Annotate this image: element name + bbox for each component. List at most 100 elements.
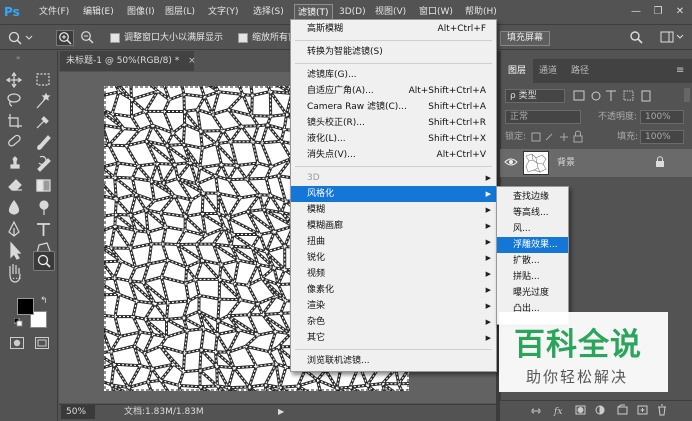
- layer-visibility-eye-icon[interactable]: [504, 157, 518, 167]
- close-document-icon[interactable]: ×: [188, 56, 196, 66]
- filter-menu-item[interactable]: 模糊 ▶: [291, 202, 496, 218]
- dodge-tool-icon: [39, 200, 49, 215]
- swap-colors-icon[interactable]: ↰: [40, 296, 50, 306]
- filter-menu-item[interactable]: 锐化 ▶: [291, 250, 496, 266]
- opacity-label: 不透明度:: [598, 112, 638, 122]
- eyedropper-icon: [36, 116, 49, 129]
- filter-menu-item[interactable]: Camera Raw 滤镜(C)... Shift+Ctrl+A: [291, 99, 496, 115]
- filter-menu-item[interactable]: 镜头校正(R)... Shift+Ctrl+R: [291, 115, 496, 131]
- filter-menu-item: 3D ▶: [291, 170, 496, 186]
- menu-separator: [295, 63, 492, 64]
- lock-icons[interactable]: [530, 130, 590, 144]
- fill-field[interactable]: 100%: [640, 130, 684, 144]
- menu-separator: [295, 40, 492, 41]
- history-brush-icon: [37, 155, 51, 172]
- minimize-icon[interactable]: —: [629, 5, 643, 19]
- filter-menu-item[interactable]: 像素化 ▶: [291, 282, 496, 298]
- filter-menu-item[interactable]: 渲染 ▶: [291, 298, 496, 314]
- filter-menu-item-label: 液化(L)...: [307, 134, 346, 144]
- filter-menu-item[interactable]: 高斯模糊 Alt+Ctrl+F: [291, 21, 496, 37]
- submenu-arrow-icon: ▶: [485, 302, 491, 310]
- filter-menu-item[interactable]: 其它 ▶: [291, 330, 496, 346]
- layer-filter-kind-select[interactable]: ρ 类型: [505, 89, 565, 103]
- more-tools-icon[interactable]: ···: [12, 275, 24, 285]
- filter-toggle[interactable]: [684, 88, 690, 102]
- menu-separator: [295, 349, 492, 350]
- stylize-submenu-item[interactable]: 曝光过度: [497, 285, 568, 301]
- stylize-submenu-item[interactable]: 查找边缘: [497, 189, 568, 205]
- panel-menu-icon[interactable]: ≡: [676, 65, 688, 77]
- filter-menu-shortcut: Shift+Ctrl+R: [428, 118, 486, 128]
- filter-menu-item[interactable]: 浏览联机滤镜...: [291, 353, 496, 369]
- layer-filter-icons[interactable]: [572, 89, 672, 103]
- restore-icon[interactable]: ❐: [651, 5, 665, 19]
- submenu-arrow-icon: ▶: [485, 334, 491, 342]
- menu-1[interactable]: 编辑(E): [80, 4, 117, 21]
- filter-menu-item-label: 转换为智能滤镜(S): [307, 47, 383, 57]
- submenu-arrow-icon: ▶: [485, 238, 491, 246]
- magic-wand-icon: [36, 92, 51, 109]
- filter-menu-item[interactable]: 消失点(V)... Alt+Ctrl+V: [291, 147, 496, 163]
- move-tool-icon: [5, 71, 23, 89]
- filter-menu-item[interactable]: 杂色 ▶: [291, 314, 496, 330]
- filter-menu-item-label: 镜头校正(R)...: [307, 118, 365, 128]
- filter-menu-item[interactable]: 扭曲 ▶: [291, 234, 496, 250]
- layers-footer-icons[interactable]: fx: [530, 403, 680, 417]
- submenu-arrow-icon: ▶: [485, 206, 491, 214]
- filter-menu-item-label: Camera Raw 滤镜(C)...: [307, 102, 407, 112]
- crop-tool-icon: [8, 114, 22, 128]
- stylize-submenu-item[interactable]: 等高线...: [497, 205, 568, 221]
- layer-thumbnail: [523, 151, 549, 175]
- filter-menu-shortcut: Shift+Ctrl+A: [428, 102, 486, 112]
- menu-2[interactable]: 图像(I): [124, 4, 158, 21]
- toolbar-grip[interactable]: »: [2, 53, 56, 62]
- tab-paths[interactable]: 路径: [564, 59, 596, 83]
- filter-menu-item[interactable]: 模糊画廊 ▶: [291, 218, 496, 234]
- stylize-submenu-item[interactable]: 浮雕效果...: [497, 237, 568, 253]
- menu-5[interactable]: 选择(S): [250, 4, 287, 21]
- filter-menu-item[interactable]: 滤镜库(G)...: [291, 67, 496, 83]
- zoom-out-icon[interactable]: [78, 30, 96, 46]
- watermark-title: 百科全说: [514, 327, 642, 363]
- zoom-tool-button[interactable]: [33, 251, 55, 271]
- zoom-in-icon[interactable]: [56, 30, 74, 46]
- zoom-all-windows-checkbox[interactable]: [238, 33, 248, 43]
- document-tab[interactable]: 未标题-1 @ 50%(RGB/8) * ×: [60, 51, 196, 71]
- zoom-tool-preset-icon[interactable]: [4, 30, 34, 46]
- workspace-switcher-icon[interactable]: [660, 30, 686, 46]
- svg-text:fx: fx: [553, 407, 562, 417]
- blend-mode-select[interactable]: 正常: [505, 110, 581, 124]
- stylize-submenu-item[interactable]: 拼贴...: [497, 269, 568, 285]
- filter-menu-item[interactable]: 自适应广角(A)... Alt+Shift+Ctrl+A: [291, 83, 496, 99]
- filter-menu-item[interactable]: 转换为智能滤镜(S): [291, 44, 496, 60]
- layer-name[interactable]: 背景: [557, 156, 575, 170]
- fill-screen-button[interactable]: 填充屏幕: [500, 31, 551, 46]
- photoshop-logo: Ps: [4, 5, 20, 19]
- close-icon[interactable]: ✕: [673, 5, 687, 19]
- status-menu-arrow-icon[interactable]: ▶: [278, 405, 288, 419]
- filter-menu-item[interactable]: 风格化 ▶: [291, 186, 496, 202]
- filter-menu-shortcut: Alt+Ctrl+V: [436, 150, 486, 160]
- menu-0[interactable]: 文件(F): [36, 4, 72, 21]
- filter-menu: 高斯模糊 Alt+Ctrl+F 转换为智能滤镜(S) 滤镜库(G)... 自适应广角(A…: [290, 19, 497, 372]
- menu-3[interactable]: 图层(L): [162, 4, 198, 21]
- quick-mask-icon[interactable]: [10, 337, 24, 349]
- zoom-level-field[interactable]: 50%: [61, 405, 95, 419]
- screen-mode-icon[interactable]: [35, 337, 49, 349]
- blur-tool-icon: [8, 199, 20, 215]
- tab-channels[interactable]: 通道: [532, 59, 564, 83]
- filter-menu-item-label: 模糊: [307, 205, 326, 215]
- filter-menu-item[interactable]: 视频 ▶: [291, 266, 496, 282]
- default-colors-icon[interactable]: [13, 317, 23, 327]
- filter-menu-shortcut: Alt+Ctrl+F: [437, 24, 486, 34]
- foreground-color-swatch[interactable]: [17, 298, 34, 315]
- resize-windows-checkbox[interactable]: [110, 33, 120, 43]
- search-icon[interactable]: [628, 30, 644, 46]
- filter-menu-item[interactable]: 液化(L)... Shift+Ctrl+X: [291, 131, 496, 147]
- opacity-field[interactable]: 100%: [640, 110, 684, 124]
- stylize-submenu-item[interactable]: 风...: [497, 221, 568, 237]
- menu-4[interactable]: 文字(Y): [205, 4, 242, 21]
- lasso-tool-icon: [7, 93, 21, 107]
- tab-layers[interactable]: 图层: [501, 59, 534, 83]
- stylize-submenu-item[interactable]: 扩散...: [497, 253, 568, 269]
